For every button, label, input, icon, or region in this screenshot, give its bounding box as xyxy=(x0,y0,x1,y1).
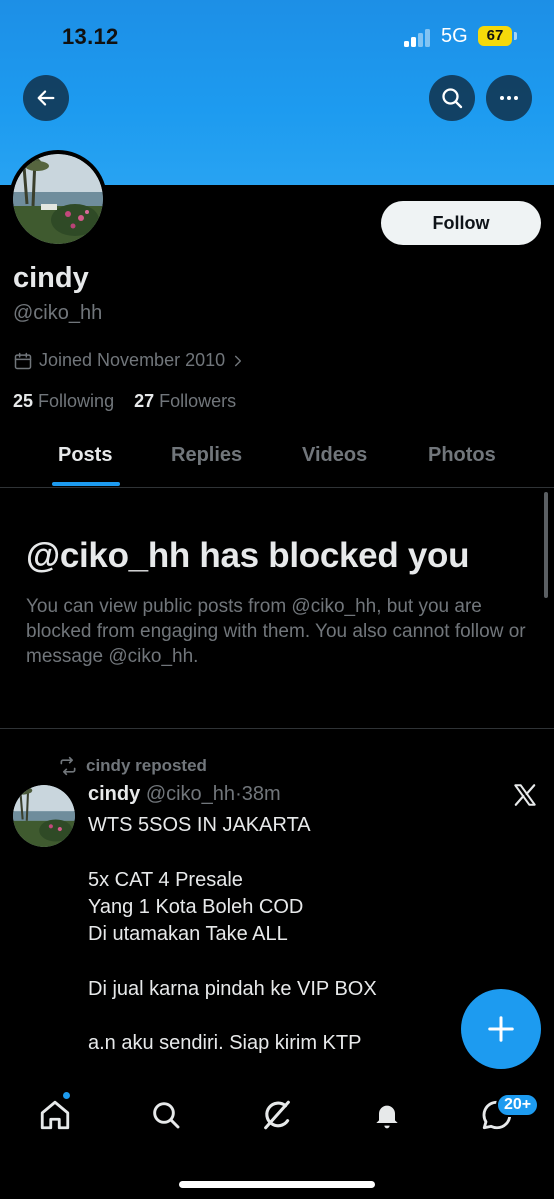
joined-date[interactable]: Joined November 2010 xyxy=(13,350,245,371)
joined-text: Joined November 2010 xyxy=(39,350,226,370)
chevron-right-icon xyxy=(235,355,242,366)
post-line: Yang 1 Kota Boleh COD xyxy=(88,895,304,918)
post-author: cindy xyxy=(88,783,141,805)
post-line: WTS 5SOS IN JAKARTA xyxy=(88,814,311,836)
home-icon xyxy=(40,1100,70,1130)
post-header[interactable]: cindy @ciko_hh·38m xyxy=(88,783,281,806)
status-time: 13.12 xyxy=(62,24,119,49)
post-line xyxy=(88,948,508,975)
post-handle: @ciko_hh xyxy=(145,783,236,805)
nav-grok[interactable] xyxy=(257,1095,297,1135)
nav-notifications[interactable] xyxy=(367,1095,407,1135)
tab-photos[interactable]: Photos xyxy=(428,444,496,467)
tab-active-indicator xyxy=(52,482,120,486)
follow-counts: 25 Following 27 Followers xyxy=(13,391,236,412)
grok-icon xyxy=(264,1100,290,1130)
blocked-title: @ciko_hh has blocked you xyxy=(26,536,470,575)
avatar-image xyxy=(13,154,103,244)
scrollbar[interactable] xyxy=(544,492,548,598)
following-label: Following xyxy=(38,391,115,411)
profile-name: cindy xyxy=(13,262,89,294)
arrow-left-icon xyxy=(37,90,55,106)
blocked-message: You can view public posts from @ciko_hh,… xyxy=(26,596,526,667)
profile-tabs: Posts Replies Videos Photos xyxy=(0,436,554,488)
home-indicator xyxy=(179,1181,375,1188)
back-button[interactable] xyxy=(23,75,69,121)
signal-icon xyxy=(404,29,434,47)
search-button[interactable] xyxy=(429,75,475,121)
more-icon xyxy=(500,96,518,100)
repost-label: cindy reposted xyxy=(86,756,207,775)
more-button[interactable] xyxy=(486,75,532,121)
profile-handle: @ciko_hh xyxy=(13,302,103,324)
divider xyxy=(0,728,554,729)
post-line xyxy=(88,839,508,866)
nav-search[interactable] xyxy=(146,1095,186,1135)
followers-count: 27 xyxy=(134,391,155,411)
followers-link[interactable]: 27 Followers xyxy=(134,391,236,411)
compose-button[interactable] xyxy=(461,989,541,1069)
following-link[interactable]: 25 Following xyxy=(13,391,114,411)
status-bar: 13.12 5G 67 xyxy=(0,0,554,70)
post-line xyxy=(88,1003,508,1030)
post-line: Di jual karna pindah ke VIP BOX xyxy=(88,977,377,1000)
following-count: 25 xyxy=(13,391,34,411)
post-time: 38m xyxy=(241,783,281,805)
follow-button[interactable]: Follow xyxy=(381,201,541,245)
post-body[interactable]: WTS 5SOS IN JAKARTA 5x CAT 4 Presale Yan… xyxy=(88,812,508,1058)
home-notification-dot xyxy=(62,1091,71,1100)
battery-tip xyxy=(514,32,517,40)
tab-replies[interactable]: Replies xyxy=(171,444,242,467)
calendar-icon xyxy=(14,352,32,369)
nav-home[interactable] xyxy=(35,1095,75,1135)
x-logo-icon[interactable] xyxy=(512,782,538,813)
profile-avatar[interactable] xyxy=(9,150,107,248)
repost-icon xyxy=(60,756,76,776)
tab-videos[interactable]: Videos xyxy=(302,444,367,467)
plus-icon xyxy=(488,1016,514,1042)
post-line: 5x CAT 4 Presale xyxy=(88,868,243,891)
notifications-icon xyxy=(376,1105,398,1129)
post-line: Di utamakan Take ALL xyxy=(88,923,288,946)
post-line: a.n aku sendiri. Siap kirim KTP xyxy=(88,1032,362,1055)
tab-posts[interactable]: Posts xyxy=(58,444,112,467)
repost-indicator[interactable]: cindy reposted xyxy=(58,756,207,776)
search-icon xyxy=(442,88,463,109)
post-avatar[interactable] xyxy=(13,785,75,847)
search-icon xyxy=(153,1102,180,1129)
avatar-image xyxy=(13,785,75,847)
battery-icon: 67 xyxy=(478,26,512,46)
messages-badge: 20+ xyxy=(496,1093,540,1117)
followers-label: Followers xyxy=(159,391,237,411)
network-type: 5G xyxy=(441,25,468,47)
post-separator: · xyxy=(235,783,242,805)
